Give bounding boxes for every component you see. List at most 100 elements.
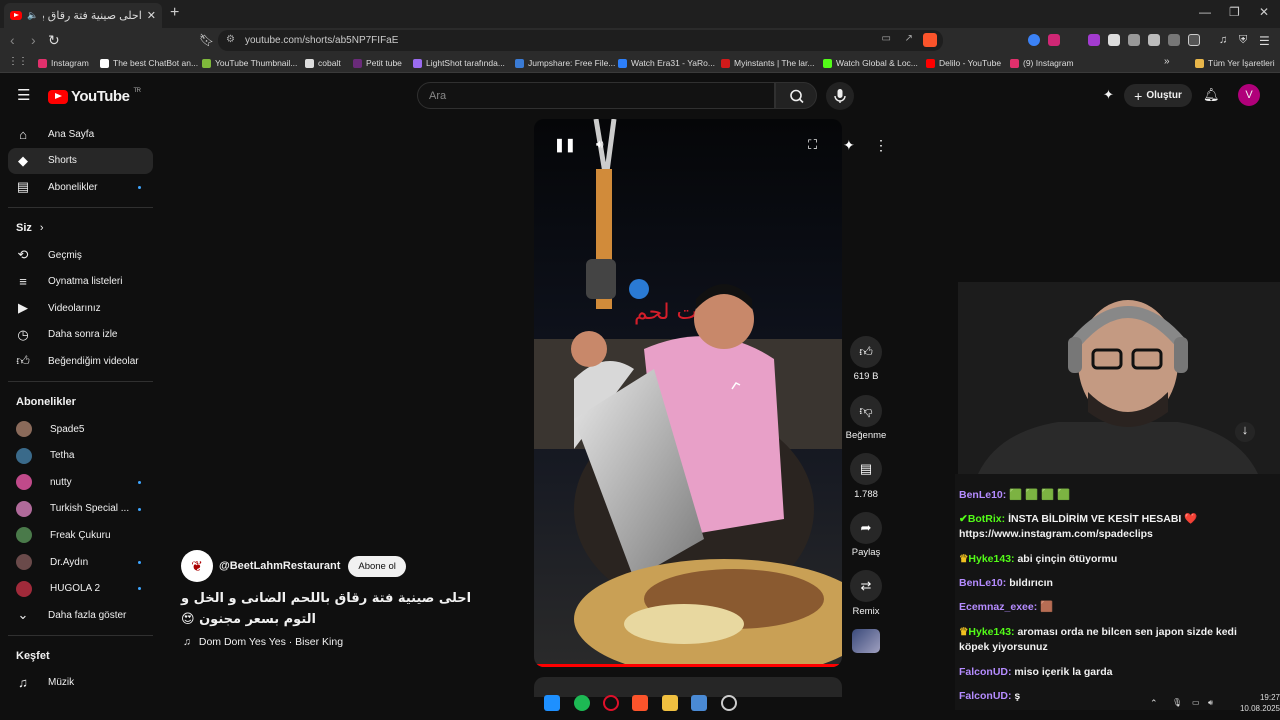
fullscreen-icon[interactable]: ⛶ bbox=[808, 137, 817, 153]
menu-icon[interactable]: ☰ bbox=[1259, 34, 1271, 48]
site-info-icon[interactable]: ⚙ bbox=[226, 34, 235, 45]
dislike-button[interactable]: 👎︎ bbox=[850, 395, 882, 427]
extension-icon[interactable] bbox=[1128, 34, 1140, 46]
sidebar-channel-item[interactable]: Tetha bbox=[8, 442, 153, 469]
tray-mic-icon[interactable]: 🎙︎ bbox=[1172, 698, 1182, 707]
music-credit[interactable]: ♫ Dom Dom Yes Yes · Biser King bbox=[183, 636, 343, 648]
obs-icon[interactable] bbox=[721, 695, 737, 711]
cast-icon[interactable]: ▭ bbox=[882, 33, 891, 44]
like-button[interactable]: 👍︎ bbox=[850, 336, 882, 368]
you-section-heading[interactable]: Siz › bbox=[8, 214, 153, 242]
speaker-icon[interactable]: 🔈 bbox=[27, 10, 38, 21]
browser-tab[interactable]: 🔈 احلی صینیة فتة رقاق باللحم الد ✕ bbox=[4, 3, 162, 28]
sidebar-item-liked-videos[interactable]: 👍︎ Beğendiğim videolar bbox=[8, 348, 153, 375]
forward-icon[interactable]: › bbox=[31, 32, 36, 48]
url-field[interactable]: ⚙ youtube.com/shorts/ab5NP7FIFaE ▭ ↗ bbox=[218, 30, 943, 51]
sidebar-channel-item[interactable]: Turkish Special ... bbox=[8, 496, 153, 523]
subscribe-button[interactable]: Abone ol bbox=[348, 555, 406, 577]
brave-shields-icon[interactable] bbox=[923, 33, 937, 47]
vpn-icon[interactable]: ⛨ bbox=[1239, 34, 1251, 46]
sidebar-channel-item[interactable]: nutty bbox=[8, 469, 153, 496]
sidebar-item-shorts[interactable]: ◆ Shorts bbox=[8, 147, 153, 175]
sidebar-item-your-videos[interactable]: ▶ Videolarınız bbox=[8, 295, 153, 322]
bookmark-item[interactable]: LightShot tarafında... bbox=[413, 58, 505, 68]
sidebar-item-history[interactable]: ⟲ Geçmiş bbox=[8, 242, 153, 269]
extension-icon[interactable] bbox=[1168, 34, 1180, 46]
notifications-bell-icon[interactable]: 🔔︎ bbox=[1203, 87, 1220, 103]
progress-track[interactable] bbox=[534, 664, 842, 667]
extension-icon[interactable] bbox=[1048, 34, 1060, 46]
bookmark-item[interactable]: Instagram bbox=[38, 58, 89, 68]
sidebar-icon[interactable] bbox=[1188, 34, 1200, 46]
sidebar-item-music[interactable]: ♫ Müzik bbox=[8, 670, 153, 697]
audio-thumbnail[interactable] bbox=[852, 629, 880, 653]
file-explorer-icon[interactable] bbox=[662, 695, 678, 711]
bookmark-item[interactable]: Delilo - YouTube bbox=[926, 58, 1001, 68]
extensions-puzzle-icon[interactable] bbox=[1148, 34, 1160, 46]
scroll-down-arrow-icon[interactable]: ↓ bbox=[1235, 422, 1255, 442]
bookmark-item[interactable]: Myinstants | The lar... bbox=[721, 58, 814, 68]
share-button[interactable]: ➦ bbox=[850, 512, 882, 544]
create-button[interactable]: + Oluştur bbox=[1124, 84, 1192, 107]
sidebar-item-watch-later[interactable]: ◷ Daha sonra izle bbox=[8, 322, 153, 349]
spotify-icon[interactable] bbox=[574, 695, 590, 711]
voice-search-button[interactable] bbox=[826, 82, 854, 110]
next-short-preview[interactable] bbox=[534, 677, 842, 697]
comments-button[interactable]: ▤ bbox=[850, 453, 882, 485]
brave-browser-icon[interactable] bbox=[632, 695, 648, 711]
tab-close-icon[interactable]: ✕ bbox=[147, 9, 156, 22]
guide-menu-icon[interactable]: ☰ bbox=[17, 86, 30, 104]
sidebar-channel-item[interactable]: Dr.Aydın bbox=[8, 549, 153, 576]
music-note-icon[interactable]: ♫ bbox=[1219, 34, 1231, 46]
bookmark-item[interactable]: The best ChatBot an... bbox=[100, 58, 198, 68]
volume-icon[interactable]: 🔊︎ bbox=[596, 137, 604, 152]
sidebar-channel-item[interactable]: Freak Çukuru bbox=[8, 522, 153, 549]
channel-name[interactable]: @BeetLahmRestaurant bbox=[219, 560, 340, 572]
sidebar-channel-item[interactable]: Spade5 bbox=[8, 416, 153, 443]
bookmark-item[interactable]: Jumpshare: Free File... bbox=[515, 58, 615, 68]
tray-chevron-icon[interactable]: ⌃ bbox=[1150, 698, 1158, 709]
remix-button[interactable]: ⇄ bbox=[850, 570, 882, 602]
bookmark-item[interactable]: Petit tube bbox=[353, 58, 402, 68]
bookmark-item[interactable]: cobalt bbox=[305, 58, 341, 68]
extension-puzzle-icon[interactable]: ✦ bbox=[1103, 87, 1114, 103]
minimize-button[interactable]: — bbox=[1199, 5, 1211, 19]
bookmark-item[interactable]: Watch Global & Loc... bbox=[823, 58, 918, 68]
bookmark-item[interactable]: (9) Instagram bbox=[1010, 58, 1074, 68]
sidebar-item-subscriptions[interactable]: ▤ Abonelikler bbox=[8, 174, 153, 201]
channel-avatar[interactable]: ❦ bbox=[181, 550, 213, 582]
snipping-tool-icon[interactable] bbox=[691, 695, 707, 711]
restore-button[interactable]: ❐ bbox=[1229, 5, 1240, 19]
more-options-icon[interactable]: ⋮ bbox=[874, 137, 888, 154]
share-page-icon[interactable]: ↗ bbox=[905, 33, 913, 44]
back-icon[interactable]: ‹ bbox=[10, 32, 15, 48]
sidebar-item-playlists[interactable]: ≡ Oynatma listeleri bbox=[8, 268, 153, 295]
sidebar-item-home[interactable]: ⌂ Ana Sayfa bbox=[8, 121, 153, 148]
extension-icon[interactable] bbox=[1028, 34, 1040, 46]
extension-overlay-icon[interactable]: ✦ bbox=[843, 137, 855, 154]
search-button[interactable] bbox=[775, 82, 817, 109]
all-bookmarks-folder[interactable]: Tüm Yer İşaretleri bbox=[1195, 58, 1275, 68]
extension-icon[interactable] bbox=[1108, 34, 1120, 46]
tray-date[interactable]: 10.08.2025 bbox=[1228, 704, 1280, 713]
show-more-button[interactable]: ⌄ Daha fazla göster bbox=[8, 602, 153, 629]
apps-grid-icon[interactable]: ⋮⋮ bbox=[8, 56, 28, 67]
new-tab-button[interactable]: + bbox=[170, 4, 179, 22]
tray-network-icon[interactable]: ▭ bbox=[1192, 698, 1200, 707]
close-window-button[interactable]: ✕ bbox=[1259, 5, 1269, 19]
search-input[interactable]: Ara bbox=[417, 82, 775, 109]
short-video-player[interactable]: بيت لحم ❚❚ 🔊︎ ⛶ bbox=[534, 119, 842, 667]
sidebar-channel-item[interactable]: HUGOLA 2 bbox=[8, 575, 153, 602]
extension-icon[interactable] bbox=[1088, 34, 1100, 46]
bookmarks-overflow-icon[interactable]: » bbox=[1164, 56, 1170, 67]
bookmark-icon[interactable]: 🔖︎ bbox=[199, 33, 214, 47]
account-avatar[interactable]: V bbox=[1238, 84, 1260, 106]
youtube-logo[interactable]: YouTube TR bbox=[48, 88, 141, 105]
bookmark-item[interactable]: YouTube Thumbnail... bbox=[202, 58, 297, 68]
reload-icon[interactable]: ↻ bbox=[48, 32, 60, 49]
bookmark-item[interactable]: Watch Era31 - YaRo... bbox=[618, 58, 715, 68]
tray-time[interactable]: 19:27 bbox=[1246, 693, 1280, 702]
opera-icon[interactable] bbox=[603, 695, 619, 711]
pause-icon[interactable]: ❚❚ bbox=[554, 137, 576, 153]
start-menu-icon[interactable] bbox=[544, 695, 560, 711]
